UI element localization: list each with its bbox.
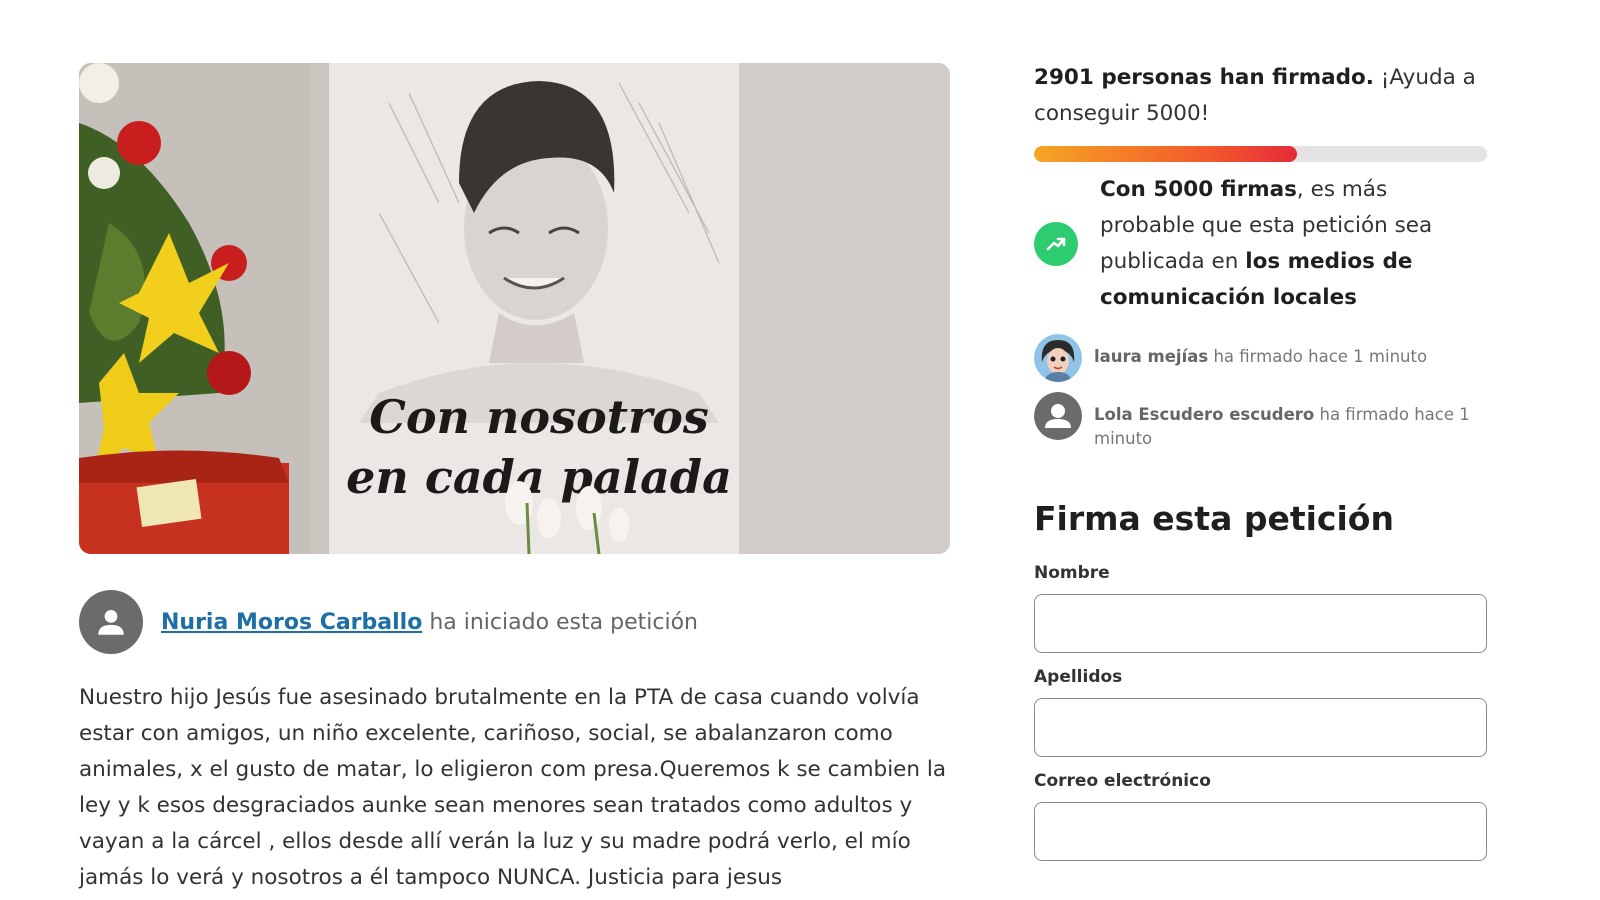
memorial-banner-illustration: Con nosotros en cada palada xyxy=(79,63,950,554)
starter-suffix: ha iniciado esta petición xyxy=(429,609,698,635)
signer-name: laura mejías xyxy=(1094,347,1209,366)
goal-message: Con 5000 firmas, es más probable que est… xyxy=(1034,172,1487,316)
petition-hero-image: Con nosotros en cada palada xyxy=(79,63,950,554)
field-label-email: Correo electrónico xyxy=(1034,771,1211,791)
signer-name: Lola Escudero escudero xyxy=(1094,405,1315,424)
starter-text: Nuria Moros Carballo ha iniciado esta pe… xyxy=(161,610,698,635)
banner-caption-line1: Con nosotros xyxy=(369,390,709,444)
email-field[interactable] xyxy=(1034,802,1487,861)
signer-avatar-photo xyxy=(1034,334,1082,382)
signature-count: 2901 personas han firmado. ¡Ayuda a cons… xyxy=(1034,60,1487,132)
signer-text: Lola Escudero escudero ha firmado hace 1… xyxy=(1094,392,1487,451)
goal-text: Con 5000 firmas, es más probable que est… xyxy=(1100,172,1487,316)
signature-progress-bar xyxy=(1034,146,1487,162)
petition-description: Nuestro hijo Jesús fue asesinado brutalm… xyxy=(79,685,947,890)
starter-avatar xyxy=(79,590,143,654)
signature-sidebar: 2901 personas han firmado. ¡Ayuda a cons… xyxy=(1034,60,1487,861)
signer-text: laura mejías ha firmado hace 1 minuto xyxy=(1094,334,1427,369)
user-icon xyxy=(98,609,124,635)
sign-form-title: Firma esta petición xyxy=(1034,499,1394,538)
first-name-field[interactable] xyxy=(1034,594,1487,653)
petition-starter: Nuria Moros Carballo ha iniciado esta pe… xyxy=(79,590,698,654)
recent-signer: Lola Escudero escudero ha firmado hace 1… xyxy=(1034,392,1487,451)
starter-name-link[interactable]: Nuria Moros Carballo xyxy=(161,610,422,635)
goal-bold-firmas: Con 5000 firmas xyxy=(1100,177,1297,202)
last-name-field[interactable] xyxy=(1034,698,1487,757)
signature-progress-fill xyxy=(1034,146,1297,162)
field-label-nombre: Nombre xyxy=(1034,563,1110,583)
signature-count-bold: 2901 personas han firmado. xyxy=(1034,65,1374,90)
trending-up-icon xyxy=(1034,222,1078,266)
banner-caption-line2: en cada palada xyxy=(346,450,732,504)
recent-signer: laura mejías ha firmado hace 1 minuto xyxy=(1034,334,1487,382)
signer-avatar-default xyxy=(1034,392,1082,440)
field-label-apellidos: Apellidos xyxy=(1034,667,1123,687)
signer-action: ha firmado hace 1 minuto xyxy=(1208,347,1428,366)
